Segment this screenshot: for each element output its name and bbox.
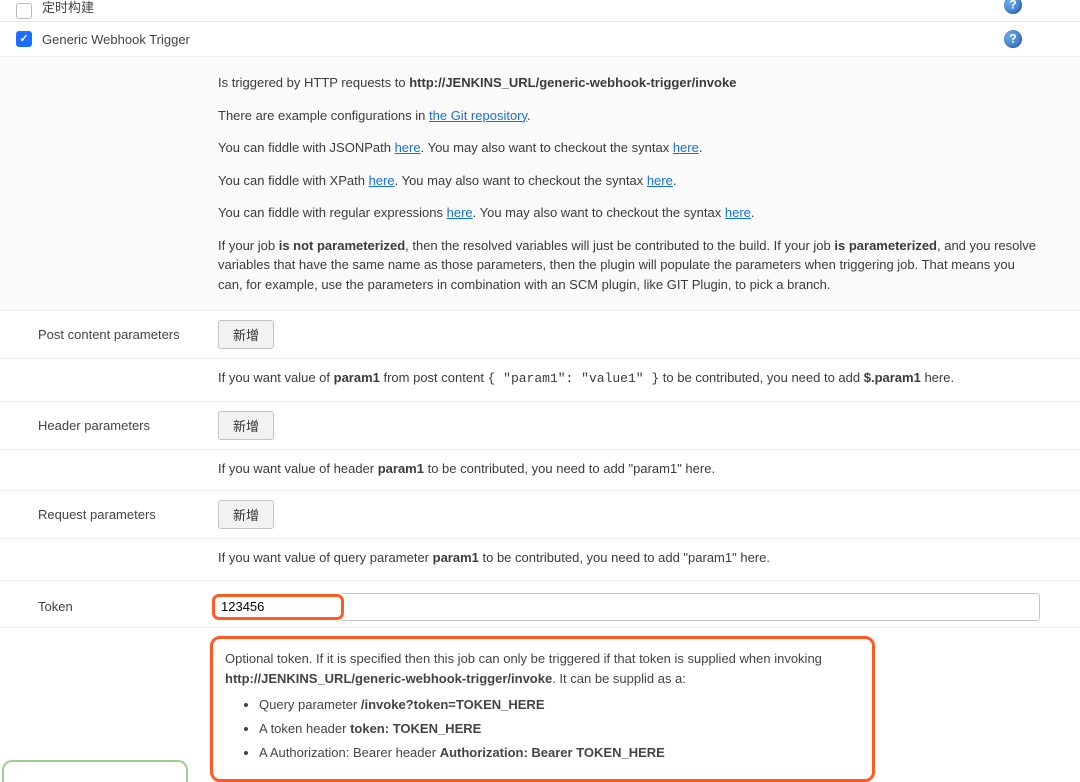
post-content-hint: If you want value of param1 from post co… — [0, 359, 1080, 402]
timed-build-label: 定时构建 — [42, 0, 94, 16]
add-post-content-button[interactable]: 新增 — [218, 320, 274, 349]
token-description-highlight: Optional token. If it is specified then … — [210, 636, 875, 782]
token-input-extend[interactable] — [342, 593, 1040, 621]
token-supply-query: Query parameter /invoke?token=TOKEN_HERE — [259, 695, 860, 715]
request-params-hint: If you want value of query parameter par… — [0, 539, 1080, 581]
bottom-tab[interactable] — [2, 760, 188, 782]
git-repo-link[interactable]: the Git repository — [429, 108, 527, 123]
row-request-parameters: Request parameters 新增 — [0, 491, 1080, 539]
help-icon[interactable] — [1004, 30, 1022, 48]
token-supply-bearer: A Authorization: Bearer header Authoriza… — [259, 743, 860, 763]
xpath-syntax-link[interactable]: here — [647, 173, 673, 188]
xpath-link[interactable]: here — [369, 173, 395, 188]
timed-build-checkbox[interactable] — [16, 3, 32, 19]
request-params-label: Request parameters — [38, 507, 218, 522]
post-content-label: Post content parameters — [38, 327, 218, 342]
generic-webhook-checkbox[interactable] — [16, 31, 32, 47]
row-post-content-parameters: Post content parameters 新增 — [0, 311, 1080, 359]
trigger-row-generic-webhook[interactable]: Generic Webhook Trigger — [0, 22, 1080, 57]
jsonpath-syntax-link[interactable]: here — [673, 140, 699, 155]
header-params-hint: If you want value of header param1 to be… — [0, 450, 1080, 492]
trigger-row-timed[interactable]: 定时构建 — [0, 0, 1080, 22]
header-params-label: Header parameters — [38, 418, 218, 433]
row-header-parameters: Header parameters 新增 — [0, 402, 1080, 450]
token-supply-header: A token header token: TOKEN_HERE — [259, 719, 860, 739]
help-icon[interactable] — [1004, 0, 1022, 14]
regex-syntax-link[interactable]: here — [725, 205, 751, 220]
token-description-wrap: Optional token. If it is specified then … — [0, 628, 1080, 782]
webhook-description: Is triggered by HTTP requests to http://… — [0, 57, 1080, 311]
token-highlight — [212, 594, 344, 620]
token-label: Token — [38, 599, 218, 614]
row-token: Token — [0, 581, 1080, 628]
regex-link[interactable]: here — [447, 205, 473, 220]
token-input[interactable] — [217, 597, 337, 617]
jsonpath-link[interactable]: here — [395, 140, 421, 155]
add-request-param-button[interactable]: 新增 — [218, 500, 274, 529]
generic-webhook-label: Generic Webhook Trigger — [42, 32, 190, 47]
add-header-param-button[interactable]: 新增 — [218, 411, 274, 440]
